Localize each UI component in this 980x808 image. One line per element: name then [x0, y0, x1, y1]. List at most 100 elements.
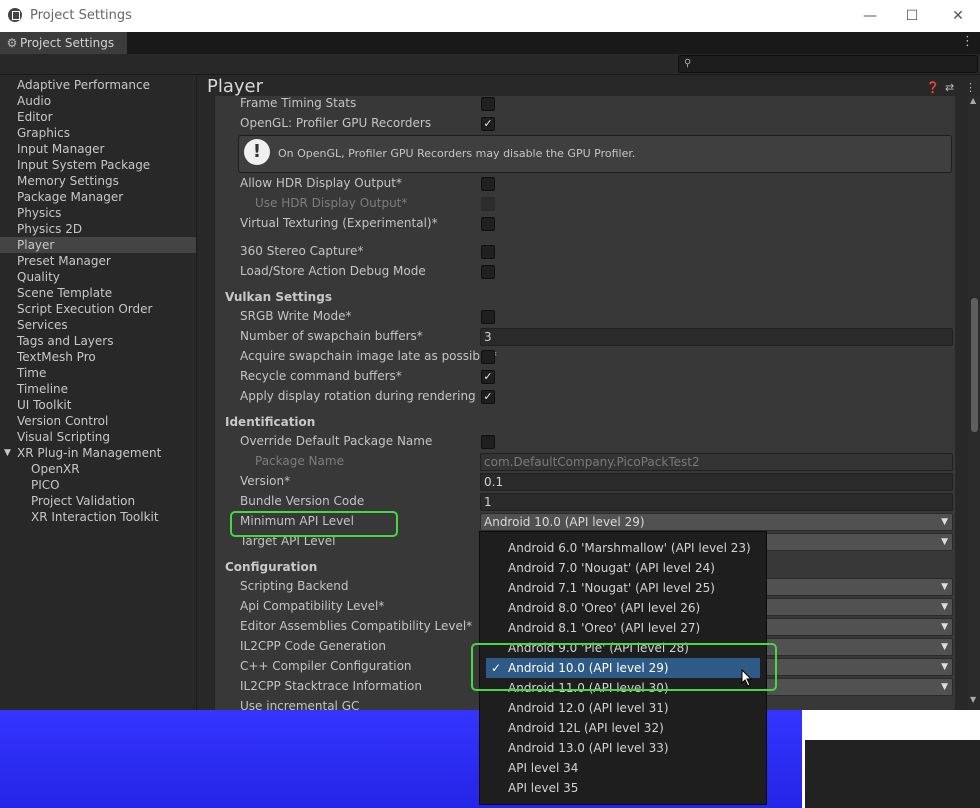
chevron-down-icon: ▼ — [941, 622, 948, 632]
highlight-selected-option — [471, 643, 777, 691]
min-api-value: Android 10.0 (API level 29) — [484, 515, 645, 529]
override-pkg-checkbox[interactable] — [481, 435, 495, 449]
setting-row-allow-hdr: Allow HDR Display Output* — [215, 174, 955, 194]
section-header: Configuration — [225, 560, 318, 574]
dropdown-option[interactable]: Android 12.0 (API level 31) — [480, 698, 766, 718]
display-rotation-checkbox[interactable]: ✓ — [481, 390, 495, 404]
sidebar-item-label: Preset Manager — [17, 254, 111, 268]
sidebar-item-package-manager[interactable]: Package Manager — [0, 189, 196, 205]
sidebar-item-input-system-package[interactable]: Input System Package — [0, 157, 196, 173]
dropdown-option[interactable]: API level 35 — [480, 778, 766, 798]
sidebar-item-memory-settings[interactable]: Memory Settings — [0, 173, 196, 189]
sidebar-item-label: PICO — [31, 478, 60, 492]
sidebar-item-openxr[interactable]: OpenXR — [0, 461, 196, 477]
sidebar-item-preset-manager[interactable]: Preset Manager — [0, 253, 196, 269]
sidebar-item-editor[interactable]: Editor — [0, 109, 196, 125]
setting-label: IL2CPP Code Generation — [240, 639, 387, 653]
sidebar-item-physics-2d[interactable]: Physics 2D — [0, 221, 196, 237]
sidebar-item-visual-scripting[interactable]: Visual Scripting — [0, 429, 196, 445]
dropdown-option[interactable]: Android 7.1 'Nougat' (API level 25) — [480, 578, 766, 598]
sidebar-item-adaptive-performance[interactable]: Adaptive Performance — [0, 77, 196, 93]
srgb-checkbox[interactable] — [481, 310, 495, 324]
version-field[interactable]: 0.1 — [480, 473, 953, 491]
setting-row-virtual-texturing: Virtual Texturing (Experimental)* — [215, 214, 955, 234]
sidebar-item-label: OpenXR — [31, 462, 80, 476]
frame-timing-checkbox[interactable] — [481, 97, 495, 111]
search-input[interactable]: ⚲ — [678, 55, 978, 73]
sidebar-item-time[interactable]: Time — [0, 365, 196, 381]
preset-icon[interactable]: ⇄ — [945, 81, 954, 94]
bundle-code-field[interactable]: 1 — [480, 493, 953, 511]
sidebar-item-label: Project Validation — [31, 494, 136, 508]
menu-icon[interactable]: ⋮ — [965, 81, 976, 94]
tab-project-settings[interactable]: ⚙ Project Settings — [0, 32, 127, 54]
opengl-profiler-checkbox[interactable]: ✓ — [481, 117, 495, 131]
dropdown-option[interactable]: Android 7.0 'Nougat' (API level 24) — [480, 558, 766, 578]
sidebar-item-services[interactable]: Services — [0, 317, 196, 333]
sidebar-item-textmesh-pro[interactable]: TextMesh Pro — [0, 349, 196, 365]
minimize-button[interactable]: — — [858, 6, 882, 26]
expand-arrow-icon[interactable]: ▼ — [4, 445, 11, 461]
recycle-checkbox[interactable]: ✓ — [481, 370, 495, 384]
chevron-down-icon: ▼ — [941, 537, 948, 547]
sidebar-item-xr-plug-in-management[interactable]: ▼ XR Plug-in Management — [0, 445, 196, 461]
close-button[interactable]: ✕ — [946, 6, 970, 26]
package-name-field: com.DefaultCompany.PicoPackTest2 — [480, 453, 953, 471]
setting-label: Recycle command buffers* — [240, 369, 402, 383]
load-store-checkbox[interactable] — [481, 265, 495, 279]
sidebar-item-tags-and-layers[interactable]: Tags and Layers — [0, 333, 196, 349]
virtual-texturing-checkbox[interactable] — [481, 217, 495, 231]
sidebar-item-input-manager[interactable]: Input Manager — [0, 141, 196, 157]
sidebar-item-xr-interaction-toolkit[interactable]: XR Interaction Toolkit — [0, 509, 196, 525]
page-title: Player — [207, 76, 264, 97]
dropdown-option[interactable]: Android 6.0 'Marshmallow' (API level 23) — [480, 538, 766, 558]
sidebar-item-quality[interactable]: Quality — [0, 269, 196, 285]
sidebar-item-timeline[interactable]: Timeline — [0, 381, 196, 397]
help-icon[interactable]: ❓ — [926, 81, 940, 94]
sidebar-item-scene-template[interactable]: Scene Template — [0, 285, 196, 301]
setting-row-recycle: Recycle command buffers* ✓ — [215, 367, 955, 387]
tab-menu-icon[interactable]: ⋮ — [961, 34, 974, 49]
setting-label: Scripting Backend — [240, 579, 349, 593]
allow-hdr-checkbox[interactable] — [481, 177, 495, 191]
sidebar-item-project-validation[interactable]: Project Validation — [0, 493, 196, 509]
setting-label: Api Compatibility Level* — [240, 599, 385, 613]
scroll-down-icon[interactable]: ▼ — [970, 695, 976, 704]
dropdown-option[interactable]: Android 13.0 (API level 33) — [480, 738, 766, 758]
scrollbar-thumb[interactable] — [971, 298, 978, 432]
swapchain-value: 3 — [484, 330, 492, 344]
setting-label: IL2CPP Stacktrace Information — [240, 679, 422, 693]
sidebar-item-graphics[interactable]: Graphics — [0, 125, 196, 141]
dropdown-option[interactable]: API level 34 — [480, 758, 766, 778]
option-label: API level 34 — [508, 761, 579, 775]
dropdown-option[interactable]: Android 12L (API level 32) — [480, 718, 766, 738]
sidebar-item-label: Player — [17, 238, 55, 252]
maximize-button[interactable]: ☐ — [900, 6, 924, 26]
sidebar-item-audio[interactable]: Audio — [0, 93, 196, 109]
min-api-dropdown[interactable]: Android 10.0 (API level 29) ▼ — [480, 513, 953, 531]
sidebar-item-version-control[interactable]: Version Control — [0, 413, 196, 429]
sidebar-item-script-execution-order[interactable]: Script Execution Order — [0, 301, 196, 317]
scroll-up-icon[interactable]: ▲ — [970, 96, 976, 105]
setting-row-swapchain: Number of swapchain buffers* 3 — [215, 327, 955, 347]
chevron-down-icon: ▼ — [941, 582, 948, 592]
search-row: ⚲ — [0, 54, 980, 75]
scrollbar[interactable]: ▲ ▼ — [968, 96, 980, 710]
sidebar-item-pico[interactable]: PICO — [0, 477, 196, 493]
sidebar-item-label: Memory Settings — [17, 174, 119, 188]
dropdown-option[interactable]: Android 8.0 'Oreo' (API level 26) — [480, 598, 766, 618]
sidebar-item-label: Tags and Layers — [17, 334, 114, 348]
setting-label: Number of swapchain buffers* — [240, 329, 423, 343]
stereo-capture-checkbox[interactable] — [481, 245, 495, 259]
sidebar-item-ui-toolkit[interactable]: UI Toolkit — [0, 397, 196, 413]
tab-bar: ⚙ Project Settings ⋮ — [0, 32, 980, 54]
setting-label: SRGB Write Mode* — [240, 309, 352, 323]
dropdown-option[interactable]: Android 8.1 'Oreo' (API level 27) — [480, 618, 766, 638]
sidebar-item-label: Scene Template — [17, 286, 113, 300]
acquire-checkbox[interactable] — [481, 350, 495, 364]
sidebar-item-physics[interactable]: Physics — [0, 205, 196, 221]
swapchain-field[interactable]: 3 — [480, 328, 953, 346]
unity-logo-icon — [8, 8, 22, 22]
sidebar-item-label: TextMesh Pro — [17, 350, 96, 364]
sidebar-item-player[interactable]: Player — [0, 237, 196, 253]
